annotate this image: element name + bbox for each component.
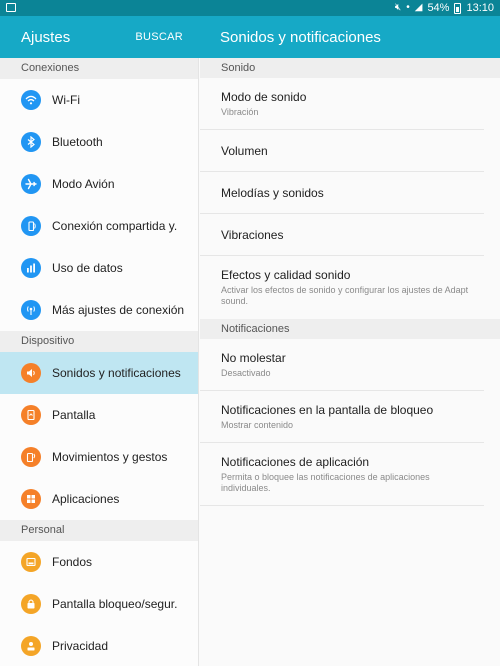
sounds-detail-pane: Sonido Modo de sonido Vibración Volumen … xyxy=(200,58,500,666)
privacy-icon xyxy=(21,636,41,656)
sidebar-item-privacy[interactable]: Privacidad xyxy=(0,625,198,666)
setting-ringtones[interactable]: Melodías y sonidos xyxy=(200,172,484,214)
display-icon xyxy=(21,405,41,425)
sidebar-item-label: Fondos xyxy=(52,555,93,569)
setting-title: No molestar xyxy=(221,350,286,365)
airplane-icon xyxy=(21,174,41,194)
settings-title: Ajustes xyxy=(21,29,71,46)
sidebar-item-label: Movimientos y gestos xyxy=(52,450,168,464)
sidebar-item-label: Modo Avión xyxy=(52,177,115,191)
sidebar-item-label: Conexión compartida y. xyxy=(52,219,178,233)
section-header-notifications: Notificaciones xyxy=(200,319,500,339)
setting-title: Notificaciones en la pantalla de bloqueo xyxy=(221,402,434,417)
sidebar-item-label: Pantalla bloqueo/segur. xyxy=(52,597,178,611)
motion-icon xyxy=(21,447,41,467)
sidebar-item-more-connections[interactable]: Más ajustes de conexión xyxy=(0,289,198,331)
sidebar-item-bluetooth[interactable]: Bluetooth xyxy=(0,121,198,163)
search-button[interactable]: BUSCAR xyxy=(135,31,183,43)
setting-title: Melodías y sonidos xyxy=(221,185,324,200)
setting-subtitle: Desactivado xyxy=(221,367,271,378)
sidebar-item-wifi[interactable]: Wi-Fi xyxy=(0,79,198,121)
sidebar-item-label: Más ajustes de conexión xyxy=(52,303,185,317)
sidebar-item-data-usage[interactable]: Uso de datos xyxy=(0,247,198,289)
tethering-icon xyxy=(21,216,41,236)
sidebar-item-airplane[interactable]: Modo Avión xyxy=(0,163,198,205)
setting-vibrations[interactable]: Vibraciones xyxy=(200,214,484,256)
setting-subtitle: Permita o bloquee las notificaciones de … xyxy=(221,471,430,493)
more-connections-icon xyxy=(21,300,41,320)
battery-icon xyxy=(454,2,462,14)
setting-volume[interactable]: Volumen xyxy=(200,130,484,172)
gallery-notification-icon xyxy=(6,3,16,12)
sidebar-item-sounds[interactable]: Sonidos y notificaciones xyxy=(0,352,198,394)
sidebar-item-label: Privacidad xyxy=(52,639,109,653)
sidebar-item-lock-screen[interactable]: Pantalla bloqueo/segur. xyxy=(0,583,198,625)
setting-title: Volumen xyxy=(221,143,268,158)
wifi-status-icon: • xyxy=(406,2,410,13)
status-bar: 🔇︎ • ◢ 54% 13:10 xyxy=(0,0,500,16)
section-header-personal: Personal xyxy=(0,520,198,541)
bluetooth-icon xyxy=(21,132,41,152)
setting-subtitle: Vibración xyxy=(221,106,259,117)
setting-title: Vibraciones xyxy=(221,227,284,242)
sidebar-item-label: Uso de datos xyxy=(52,261,123,275)
setting-title: Notificaciones de aplicación xyxy=(221,454,370,469)
settings-sidebar: Conexiones Wi-Fi Bluetooth Modo Avión Co… xyxy=(0,58,199,666)
detail-header: Sonidos y notificaciones xyxy=(199,16,500,58)
status-icons: 🔇︎ • ◢ 54% 13:10 xyxy=(395,0,494,16)
sidebar-item-motions[interactable]: Movimientos y gestos xyxy=(0,436,198,478)
setting-app-notifications[interactable]: Notificaciones de aplicación Permita o b… xyxy=(200,443,484,506)
setting-subtitle: Mostrar contenido xyxy=(221,419,294,430)
setting-subtitle: Activar los efectos de sonido y configur… xyxy=(221,285,469,306)
detail-title: Sonidos y notificaciones xyxy=(220,29,381,46)
sidebar-item-display[interactable]: Pantalla xyxy=(0,394,198,436)
sidebar-item-label: Sonidos y notificaciones xyxy=(52,366,181,380)
sidebar-item-label: Bluetooth xyxy=(52,135,103,149)
sidebar-item-label: Pantalla xyxy=(52,408,96,422)
sidebar-item-tethering[interactable]: Conexión compartida y. xyxy=(0,205,198,247)
setting-lock-screen-notifications[interactable]: Notificaciones en la pantalla de bloqueo… xyxy=(200,391,484,443)
setting-sound-mode[interactable]: Modo de sonido Vibración xyxy=(200,78,484,130)
data-usage-icon xyxy=(21,258,41,278)
setting-do-not-disturb[interactable]: No molestar Desactivado xyxy=(200,339,484,391)
section-header-sound: Sonido xyxy=(200,58,500,78)
setting-title: Modo de sonido xyxy=(221,89,307,104)
settings-header: Ajustes BUSCAR xyxy=(0,16,199,58)
apps-icon xyxy=(21,489,41,509)
lock-icon xyxy=(21,594,41,614)
sidebar-item-label: Aplicaciones xyxy=(52,492,120,506)
signal-icon: ◢ xyxy=(414,2,423,13)
setting-title: Efectos y calidad sonido xyxy=(221,268,351,282)
sidebar-item-label: Wi-Fi xyxy=(52,93,80,107)
speaker-icon xyxy=(21,363,41,383)
sidebar-item-applications[interactable]: Aplicaciones xyxy=(0,478,198,520)
wifi-icon xyxy=(21,90,41,110)
section-header-connections: Conexiones xyxy=(0,58,198,79)
setting-sound-effects[interactable]: Efectos y calidad sonido Activar los efe… xyxy=(200,256,484,319)
mute-icon: 🔇︎ xyxy=(394,2,402,13)
clock: 13:10 xyxy=(466,2,494,14)
battery-percent: 54% xyxy=(427,2,450,14)
sidebar-item-wallpaper[interactable]: Fondos xyxy=(0,541,198,583)
section-header-device: Dispositivo xyxy=(0,331,198,352)
wallpaper-icon xyxy=(21,552,41,572)
